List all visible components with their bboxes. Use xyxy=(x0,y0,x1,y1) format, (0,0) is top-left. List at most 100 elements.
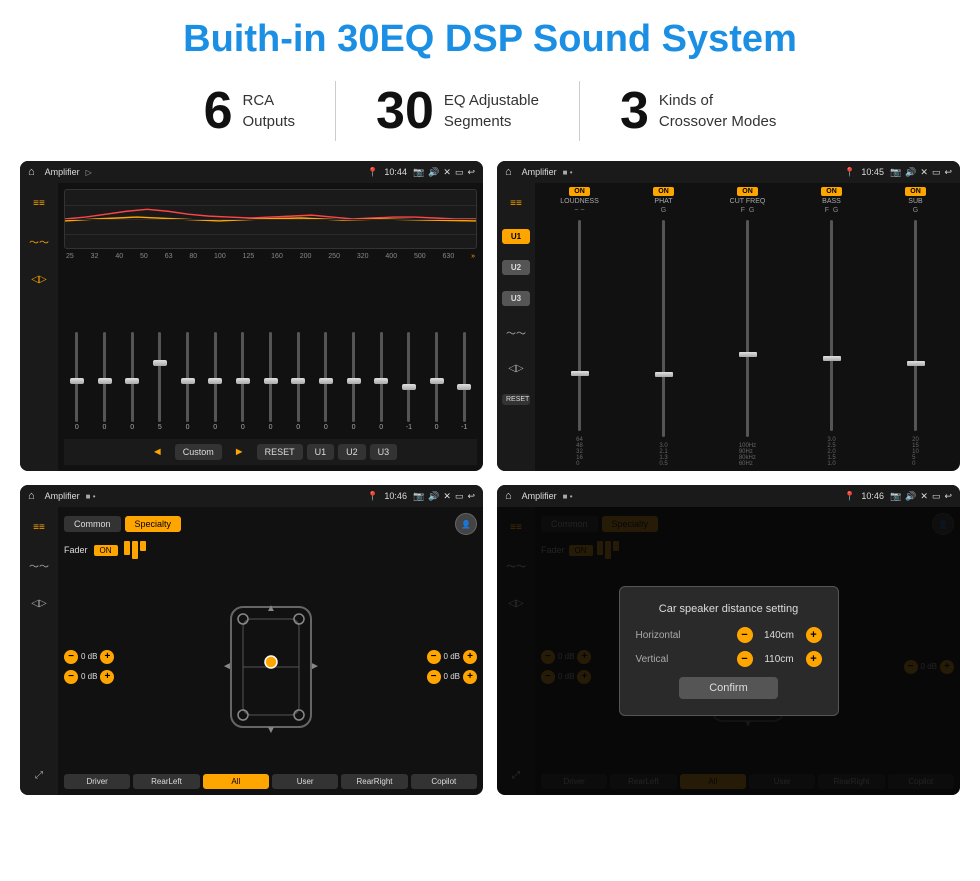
horizontal-minus-btn[interactable]: − xyxy=(737,627,753,643)
horizontal-value: 140cm xyxy=(757,630,802,641)
eq-icon-3[interactable]: ≡≡ xyxy=(27,517,51,537)
back-icon[interactable]: ↩ xyxy=(467,167,475,178)
btn-all[interactable]: All xyxy=(203,774,269,789)
tab-specialty-3[interactable]: Specialty xyxy=(125,516,182,532)
db-plus-tr[interactable]: + xyxy=(463,650,477,664)
back-icon-4[interactable]: ↩ xyxy=(944,491,952,502)
eq-slider-8[interactable]: 0 xyxy=(285,264,311,431)
eq-label: 80 xyxy=(189,253,197,260)
bass-on-btn[interactable]: ON xyxy=(821,187,842,196)
wave-icon-2[interactable]: 〜〜 xyxy=(504,322,528,342)
reset-sidebar-btn[interactable]: RESET xyxy=(502,394,530,405)
eq-u1-btn[interactable]: U1 xyxy=(307,444,335,460)
db-minus-bl[interactable]: − xyxy=(64,670,78,684)
eq-reset-btn[interactable]: RESET xyxy=(257,444,303,460)
expand-icon-3[interactable]: ⤢ xyxy=(27,765,51,785)
eq-slider-11[interactable]: 0 xyxy=(368,264,394,431)
eq-slider-0[interactable]: 0 xyxy=(64,264,90,431)
eq-slider-2[interactable]: 0 xyxy=(119,264,145,431)
eq-icon[interactable]: ≡≡ xyxy=(27,193,51,213)
eq-u2-btn[interactable]: U2 xyxy=(338,444,366,460)
back-icon-2[interactable]: ↩ xyxy=(944,167,952,178)
fader-on-btn[interactable]: ON xyxy=(94,545,118,556)
speaker-icon[interactable]: ◁▷ xyxy=(27,269,51,289)
db-minus-br[interactable]: − xyxy=(427,670,441,684)
eq-slider-5[interactable]: 0 xyxy=(202,264,228,431)
wave-icon-3[interactable]: 〜〜 xyxy=(27,555,51,575)
db-plus-tl[interactable]: + xyxy=(100,650,114,664)
eq-label: 50 xyxy=(140,253,148,260)
eq-slider-12[interactable]: -1 xyxy=(396,264,422,431)
eq-slider-4[interactable]: 0 xyxy=(175,264,201,431)
minimize-icon-3[interactable]: ▭ xyxy=(455,491,464,502)
eq-slider-6[interactable]: 0 xyxy=(230,264,256,431)
close-icon[interactable]: ✕ xyxy=(443,167,451,178)
home-icon-2[interactable]: ⌂ xyxy=(505,166,512,178)
eq-slider-9[interactable]: 0 xyxy=(313,264,339,431)
home-icon-3[interactable]: ⌂ xyxy=(28,490,35,502)
topbar-icons-eq: 📷 🔊 ✕ ▭ ↩ xyxy=(413,167,475,178)
home-icon[interactable]: ⌂ xyxy=(28,166,35,178)
minimize-icon-2[interactable]: ▭ xyxy=(932,167,941,178)
screen-distance: ⌂ Amplifier ■ • 📍 10:46 📷 🔊 ✕ ▭ ↩ ≡≡ 〜〜 … xyxy=(497,485,960,795)
btn-driver[interactable]: Driver xyxy=(64,774,130,789)
stat-label-crossover: Kinds ofCrossover Modes xyxy=(659,90,777,132)
close-icon-2[interactable]: ✕ xyxy=(920,167,928,178)
wave-icon[interactable]: 〜〜 xyxy=(27,231,51,251)
loudness-on-btn[interactable]: ON xyxy=(569,187,590,196)
db-minus-tl[interactable]: − xyxy=(64,650,78,664)
channel-sub: ON SUB G 20151050 xyxy=(875,187,956,467)
btn-copilot[interactable]: Copilot xyxy=(411,774,477,789)
horizontal-control: − 140cm + xyxy=(737,627,822,643)
eq-label: 40 xyxy=(115,253,123,260)
eq-next-btn[interactable]: ► xyxy=(226,443,253,461)
eq-slider-13[interactable]: 0 xyxy=(424,264,450,431)
minimize-icon[interactable]: ▭ xyxy=(455,167,464,178)
eq-u3-btn[interactable]: U3 xyxy=(370,444,398,460)
cutfreq-on-btn[interactable]: ON xyxy=(737,187,758,196)
eq-slider-3[interactable]: 5 xyxy=(147,264,173,431)
close-icon-4[interactable]: ✕ xyxy=(920,491,928,502)
u3-sidebar-btn[interactable]: U3 xyxy=(502,291,530,306)
eq-slider-1[interactable]: 0 xyxy=(92,264,118,431)
btn-user[interactable]: User xyxy=(272,774,338,789)
eq-slider-7[interactable]: 0 xyxy=(258,264,284,431)
btn-rearleft[interactable]: RearLeft xyxy=(133,774,199,789)
grid-h3 xyxy=(65,234,476,235)
back-icon-3[interactable]: ↩ xyxy=(467,491,475,502)
eq-slider-14[interactable]: -1 xyxy=(451,264,477,431)
btn-rearright[interactable]: RearRight xyxy=(341,774,407,789)
db-plus-bl[interactable]: + xyxy=(100,670,114,684)
minimize-icon-4[interactable]: ▭ xyxy=(932,491,941,502)
tab-common-3[interactable]: Common xyxy=(64,516,121,532)
eq-slider-10[interactable]: 0 xyxy=(341,264,367,431)
eq-label: 400 xyxy=(385,253,397,260)
sub-on-btn[interactable]: ON xyxy=(905,187,926,196)
speaker-icon-2[interactable]: ◁▷ xyxy=(504,358,528,378)
confirm-button[interactable]: Confirm xyxy=(679,677,778,699)
horizontal-plus-btn[interactable]: + xyxy=(806,627,822,643)
horizontal-label: Horizontal xyxy=(636,630,706,641)
speaker-icon-3[interactable]: ◁▷ xyxy=(27,593,51,613)
home-icon-4[interactable]: ⌂ xyxy=(505,490,512,502)
u2-sidebar-btn[interactable]: U2 xyxy=(502,260,530,275)
close-icon-3[interactable]: ✕ xyxy=(443,491,451,502)
fader-bar-3 xyxy=(140,541,146,551)
eq-prev-btn[interactable]: ◄ xyxy=(144,443,171,461)
phat-label: PHAT xyxy=(654,198,672,205)
vertical-plus-btn[interactable]: + xyxy=(806,651,822,667)
car-svg: ▲ ▼ ◄ ► xyxy=(221,597,321,737)
loudness-label: LOUDNESS xyxy=(560,198,599,205)
db-minus-tr[interactable]: − xyxy=(427,650,441,664)
stat-label-eq: EQ AdjustableSegments xyxy=(444,90,539,132)
eq-label-arrow[interactable]: » xyxy=(471,253,475,260)
u1-sidebar-btn[interactable]: U1 xyxy=(502,229,530,244)
stat-rca: 6 RCAOutputs xyxy=(164,85,335,137)
screen3-body: ≡≡ 〜〜 ◁▷ ⤢ Common Specialty 👤 Fader ON xyxy=(20,507,483,795)
db-plus-br[interactable]: + xyxy=(463,670,477,684)
eq-custom-btn[interactable]: Custom xyxy=(175,444,222,460)
volume-icon-3: 🔊 xyxy=(428,491,439,502)
eq-icon-2[interactable]: ≡≡ xyxy=(504,193,528,213)
phat-on-btn[interactable]: ON xyxy=(653,187,674,196)
vertical-minus-btn[interactable]: − xyxy=(737,651,753,667)
